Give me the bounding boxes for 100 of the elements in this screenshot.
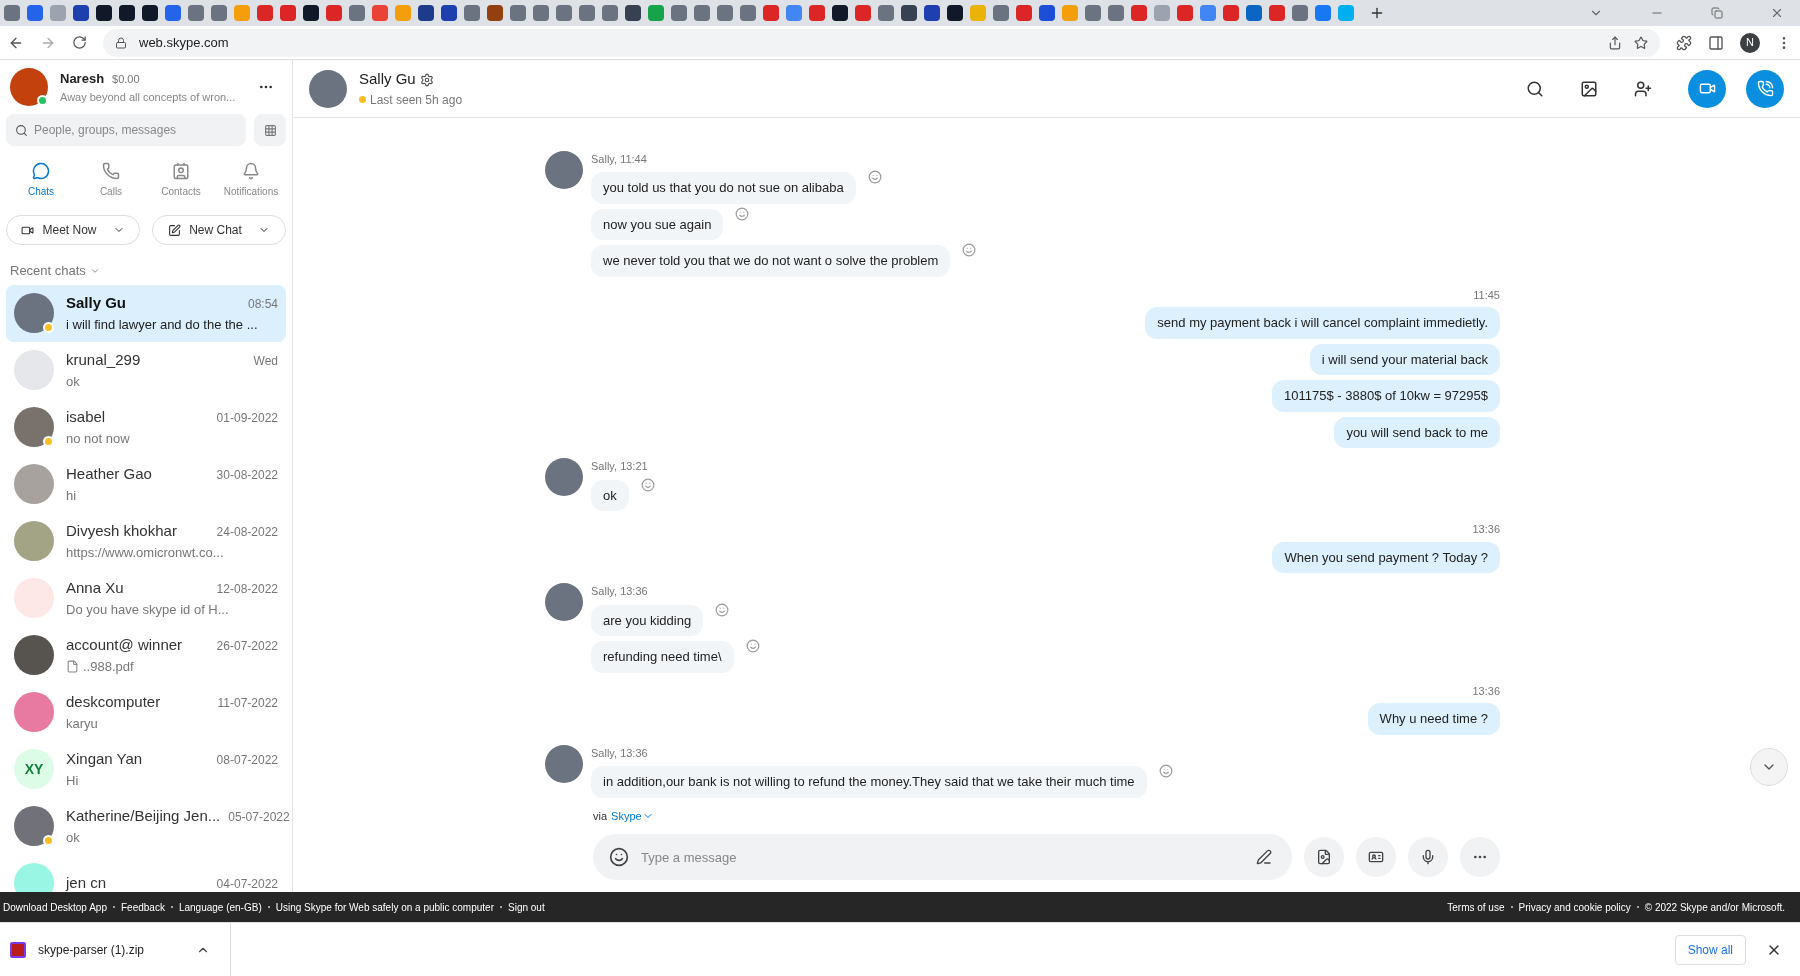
- settings-icon[interactable]: [419, 72, 434, 87]
- contact-card-button[interactable]: [1356, 837, 1396, 877]
- avatar-photo: [14, 350, 54, 390]
- skype-link[interactable]: Skype: [611, 807, 654, 824]
- avatar-photo: [14, 521, 54, 561]
- avatar-photo: [14, 692, 54, 732]
- add-person-icon[interactable]: [1634, 79, 1652, 98]
- reaction-icon[interactable]: [715, 602, 730, 617]
- message-preview: Hi: [66, 771, 79, 790]
- footer-link[interactable]: Terms of use: [1447, 899, 1505, 915]
- footer-link[interactable]: Download Desktop App: [3, 899, 107, 915]
- compose-icon: [168, 223, 182, 237]
- message-bubble: refunding need time\: [591, 641, 734, 673]
- reaction-icon[interactable]: [640, 477, 655, 492]
- contact-name: deskcomputer: [66, 692, 161, 712]
- address-field[interactable]: web.skype.com: [103, 28, 1660, 57]
- message-preview: karyu: [66, 714, 98, 733]
- footer-link[interactable]: Privacy and cookie policy: [1518, 899, 1631, 915]
- new-tab-icon[interactable]: [1369, 5, 1385, 21]
- footer-link[interactable]: Feedback: [120, 899, 165, 915]
- share-icon[interactable]: [1608, 35, 1622, 50]
- tab-favicon-icon[interactable]: [119, 5, 135, 21]
- tab-favicon-icon[interactable]: [142, 5, 158, 21]
- phone-icon: [1756, 80, 1774, 97]
- tab-favicon-icon[interactable]: [96, 5, 112, 21]
- message-bubble: When you send payment ? Today ?: [1272, 541, 1500, 573]
- file-icon: [1316, 849, 1332, 865]
- tab-favicon-icon[interactable]: [441, 5, 457, 21]
- search-field[interactable]: People, groups, messages: [6, 114, 246, 146]
- nav-tab[interactable]: Chats: [6, 162, 76, 199]
- show-all-button[interactable]: Show all: [1674, 934, 1746, 965]
- sender-time: Sally, 13:36: [591, 584, 648, 599]
- reload-icon[interactable]: [72, 35, 87, 50]
- tab-favicon-icon[interactable]: [1039, 5, 1055, 21]
- archive-icon: [10, 941, 26, 958]
- extensions-icon[interactable]: [1676, 34, 1692, 51]
- reaction-icon[interactable]: [867, 170, 882, 184]
- avatar-photo: [14, 635, 54, 675]
- emoji-icon[interactable]: [609, 847, 629, 867]
- nav-tab[interactable]: Contacts: [146, 162, 216, 199]
- message-bubble: we never told you that we do not want o solve the problem: [591, 245, 951, 277]
- reaction-icon[interactable]: [745, 639, 760, 653]
- message-preview: ok: [66, 828, 80, 847]
- chat-icon: [32, 162, 50, 180]
- contact-name: krunal_299: [66, 350, 141, 370]
- side-panel-icon[interactable]: [1708, 34, 1724, 51]
- chat-list-item[interactable]: Sally Gu 08:54 i will find lawyer and do the the ...: [6, 284, 286, 342]
- message-bubble: Why u need time ?: [1367, 703, 1500, 735]
- chat-time: Wed: [253, 353, 278, 370]
- audio-call-button[interactable]: [1746, 69, 1784, 108]
- tab-favicon-icon[interactable]: [901, 5, 917, 21]
- avatar-photo[interactable]: [10, 68, 48, 106]
- reaction-icon[interactable]: [735, 206, 750, 221]
- avatar-photo: [14, 806, 54, 846]
- restore-icon[interactable]: [1711, 7, 1723, 19]
- message-input[interactable]: Type a message: [593, 834, 1292, 880]
- footer-link[interactable]: Using Skype for Web safely on a public computer: [275, 899, 494, 915]
- pen-icon[interactable]: [1256, 849, 1272, 865]
- message-preview: https://www.omicronwt.co...: [66, 543, 224, 562]
- reaction-icon[interactable]: [1158, 764, 1173, 778]
- message-bubble: send my payment back i will cancel complaint immedietly.: [1145, 307, 1500, 339]
- nav-tab[interactable]: Notifications: [216, 162, 286, 199]
- tab-favicon-icon[interactable]: [487, 5, 503, 21]
- avatar-photo: [14, 863, 54, 892]
- conversation-name[interactable]: Sally Gu: [359, 68, 416, 91]
- sender-time: Sally, 11:44: [591, 151, 647, 167]
- gallery-icon[interactable]: [1580, 79, 1598, 98]
- tab-favicon-icon[interactable]: [924, 5, 940, 21]
- profile-button[interactable]: N: [1740, 32, 1760, 53]
- dialpad-button[interactable]: [254, 114, 286, 146]
- message-preview: i will find lawyer and do the the ...: [66, 315, 258, 334]
- download-file-name[interactable]: skype-parser (1).zip: [38, 940, 145, 959]
- contact-name: Anna Xu: [66, 578, 124, 598]
- footer-link[interactable]: Language (en-GB): [178, 899, 262, 915]
- tab-favicon-icon[interactable]: [832, 5, 848, 21]
- avatar-photo[interactable]: [309, 69, 347, 108]
- contact-name: isabel: [66, 407, 106, 427]
- chat-time: 08-07-2022: [216, 752, 278, 769]
- tab-favicon-icon[interactable]: [947, 5, 963, 21]
- recent-chats-toggle[interactable]: Recent chats: [6, 261, 286, 281]
- video-call-button[interactable]: [1688, 69, 1726, 108]
- footer-link[interactable]: Sign out: [508, 899, 545, 915]
- message-bubble: now you sue again: [591, 208, 724, 240]
- tab-favicon-icon[interactable]: [418, 5, 434, 21]
- chat-time: 04-07-2022: [216, 875, 278, 892]
- share-file-button[interactable]: [1304, 837, 1344, 877]
- reaction-icon[interactable]: [962, 243, 977, 257]
- contact-name: Sally Gu: [66, 293, 127, 313]
- search-icon[interactable]: [1526, 79, 1544, 98]
- dialpad-icon: [263, 123, 277, 137]
- avatar-photo: [14, 464, 54, 504]
- tab-favicon-icon[interactable]: [303, 5, 319, 21]
- microphone-button[interactable]: [1408, 837, 1448, 877]
- message-bubble: i will send your material back: [1309, 343, 1500, 375]
- bookmark-icon[interactable]: [1634, 35, 1648, 50]
- nav-tab[interactable]: Calls: [76, 162, 146, 199]
- tab-favicon-icon[interactable]: [73, 5, 89, 21]
- message-time: 11:45: [1473, 287, 1500, 303]
- tab-favicon-icon[interactable]: [625, 5, 641, 21]
- message-preview: ..988.pdf: [83, 657, 134, 676]
